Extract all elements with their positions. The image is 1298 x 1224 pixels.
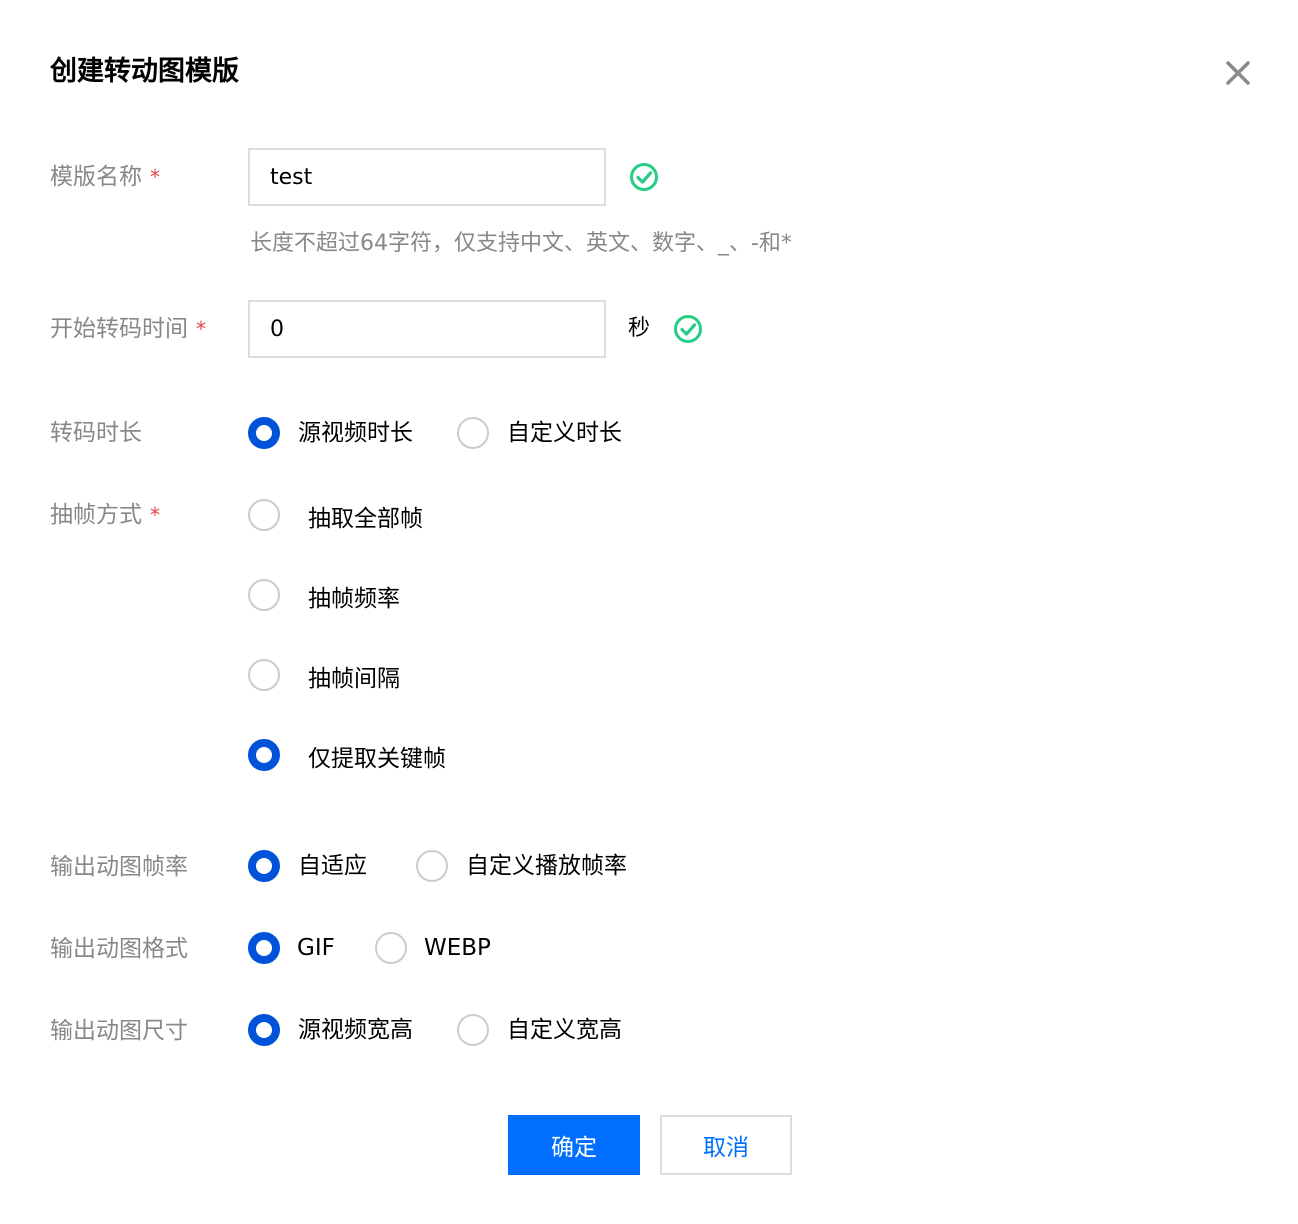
radio-unselected-icon	[248, 659, 280, 691]
template-name-help: 长度不超过64字符，仅支持中文、英文、数字、_、-和*	[250, 231, 792, 256]
close-icon[interactable]	[1218, 53, 1258, 93]
radio-unselected-icon	[248, 499, 280, 531]
radio-label: 抽帧频率	[308, 586, 400, 612]
radio-selected-icon	[248, 417, 280, 449]
output-size-label-text: 输出动图尺寸	[50, 1018, 188, 1044]
output-format-label-text: 输出动图格式	[50, 936, 188, 962]
template-name-label-text: 模版名称	[50, 164, 142, 190]
output-size-label: 输出动图尺寸	[50, 1016, 188, 1046]
radio-label: 抽帧间隔	[308, 666, 400, 692]
output-size-source-radio[interactable]: 源视频宽高	[248, 1014, 413, 1046]
output-fps-label: 输出动图帧率	[50, 852, 188, 882]
frame-extraction-interval-radio[interactable]: 抽帧间隔	[248, 659, 400, 692]
check-circle-icon	[673, 314, 703, 344]
required-marker: *	[150, 503, 160, 527]
frame-extraction-all-radio[interactable]: 抽取全部帧	[248, 499, 423, 532]
radio-label: 自定义宽高	[507, 1017, 622, 1043]
output-fps-label-text: 输出动图帧率	[50, 854, 188, 880]
start-time-unit: 秒	[628, 316, 651, 341]
confirm-button[interactable]: 确定	[508, 1115, 640, 1175]
output-size-custom-radio[interactable]: 自定义宽高	[457, 1014, 622, 1046]
create-animated-image-template-dialog: 创建转动图模版 模版名称 * 长度不超过64字符，仅支持中文、英文、数字、_、-和…	[0, 0, 1298, 1224]
output-fps-adaptive-radio[interactable]: 自适应	[248, 850, 367, 882]
duration-label-text: 转码时长	[50, 420, 142, 446]
radio-selected-icon	[248, 850, 280, 882]
duration-custom-radio[interactable]: 自定义时长	[457, 417, 622, 449]
radio-selected-icon	[248, 1014, 280, 1046]
output-format-label: 输出动图格式	[50, 934, 188, 964]
output-fps-custom-radio[interactable]: 自定义播放帧率	[416, 850, 627, 882]
duration-label: 转码时长	[50, 418, 142, 448]
radio-unselected-icon	[457, 1014, 489, 1046]
dialog-title: 创建转动图模版	[50, 56, 239, 87]
radio-label: 源视频时长	[298, 420, 413, 446]
required-marker: *	[150, 165, 160, 189]
cancel-button[interactable]: 取消	[660, 1115, 792, 1175]
radio-selected-icon	[248, 739, 280, 771]
template-name-input[interactable]	[248, 148, 606, 206]
start-time-label: 开始转码时间 *	[50, 314, 206, 344]
radio-label: 自适应	[298, 853, 367, 879]
radio-label: WEBP	[424, 935, 491, 961]
radio-unselected-icon	[416, 850, 448, 882]
radio-label: GIF	[297, 935, 335, 961]
output-format-gif-radio[interactable]: GIF	[248, 932, 335, 964]
check-circle-icon	[629, 162, 659, 192]
frame-extraction-label-text: 抽帧方式	[50, 502, 142, 528]
radio-unselected-icon	[375, 932, 407, 964]
radio-selected-icon	[248, 932, 280, 964]
duration-source-radio[interactable]: 源视频时长	[248, 417, 413, 449]
start-time-input[interactable]	[248, 300, 606, 358]
radio-label: 仅提取关键帧	[308, 746, 446, 772]
radio-label: 抽取全部帧	[308, 506, 423, 532]
frame-extraction-label: 抽帧方式 *	[50, 500, 160, 530]
radio-unselected-icon	[248, 579, 280, 611]
radio-unselected-icon	[457, 417, 489, 449]
output-format-webp-radio[interactable]: WEBP	[375, 932, 491, 964]
frame-extraction-rate-radio[interactable]: 抽帧频率	[248, 579, 400, 612]
template-name-label: 模版名称 *	[50, 162, 160, 192]
radio-label: 源视频宽高	[298, 1017, 413, 1043]
required-marker: *	[196, 317, 206, 341]
start-time-label-text: 开始转码时间	[50, 316, 188, 342]
radio-label: 自定义播放帧率	[466, 853, 627, 879]
radio-label: 自定义时长	[507, 420, 622, 446]
frame-extraction-keyframe-radio[interactable]: 仅提取关键帧	[248, 739, 446, 772]
